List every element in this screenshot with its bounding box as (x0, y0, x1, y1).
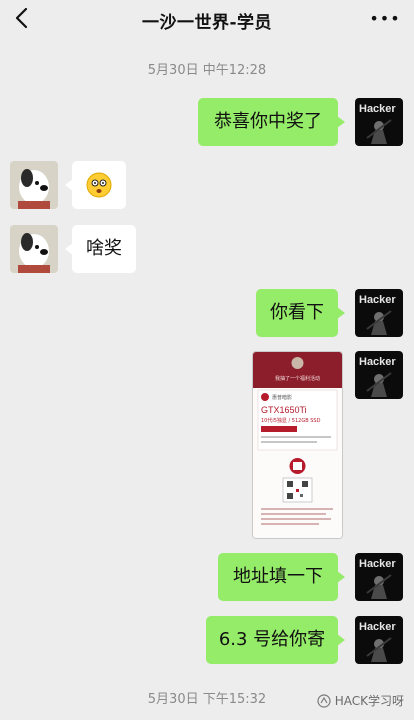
message-text: 啥奖 (86, 238, 122, 259)
avatar[interactable]: Hacker (355, 351, 403, 399)
watermark-text: HACK学习呀 (334, 694, 404, 708)
image-message[interactable]: 我抽了一个福利活动 惠普暗影 GTX1650Ti 10代i5独显 / 512GB… (252, 351, 343, 539)
message-text: 地址填一下 (233, 566, 323, 587)
message-text: 恭喜你中奖了 (214, 111, 322, 132)
svg-text:我抽了一个福利活动: 我抽了一个福利活动 (275, 375, 320, 382)
message-bubble-incoming[interactable]: 啥奖 (65, 225, 136, 273)
message-bubble-incoming[interactable] (65, 161, 126, 209)
more-button[interactable]: ••• (369, 6, 401, 30)
chevron-left-icon (15, 7, 28, 29)
timestamp: 5月30日 中午12:28 (147, 63, 267, 78)
message-text: 6.3 号给你寄 (218, 629, 326, 650)
svg-text:Hacker: Hacker (359, 558, 396, 570)
chat-title: 一沙一世界-学员 (141, 12, 273, 33)
message-bubble-outgoing[interactable]: 恭喜你中奖了 (198, 98, 345, 146)
avatar-label: Hacker (359, 103, 396, 115)
message-bubble-outgoing[interactable]: 地址填一下 (218, 553, 345, 601)
avatar[interactable]: Hacker (355, 289, 403, 337)
message-bubble-outgoing[interactable]: 你看下 (256, 289, 345, 337)
avatar[interactable] (10, 161, 58, 209)
avatar[interactable]: Hacker (355, 616, 403, 664)
svg-text:Hacker: Hacker (359, 621, 396, 633)
dizzy-face-emoji-icon (86, 172, 112, 198)
message-bubble-outgoing[interactable]: 6.3 号给你寄 (206, 616, 345, 664)
avatar[interactable]: Hacker (355, 98, 403, 146)
more-icon: ••• (369, 8, 401, 28)
avatar[interactable]: Hacker (355, 553, 403, 601)
svg-text:GTX1650Ti: GTX1650Ti (261, 405, 307, 415)
wechat-official-account-icon (317, 693, 331, 708)
watermark: HACK学习呀 (317, 692, 404, 709)
chat-header: 一沙一世界-学员 ••• (0, 0, 414, 40)
avatar[interactable] (10, 225, 58, 273)
back-button[interactable] (8, 4, 36, 32)
svg-text:惠普暗影: 惠普暗影 (272, 394, 292, 401)
svg-text:Hacker: Hacker (359, 356, 396, 368)
message-text: 你看下 (270, 302, 324, 323)
svg-text:10代i5独显 / 512GB SSD: 10代i5独显 / 512GB SSD (261, 417, 321, 424)
svg-text:Hacker: Hacker (359, 294, 396, 306)
